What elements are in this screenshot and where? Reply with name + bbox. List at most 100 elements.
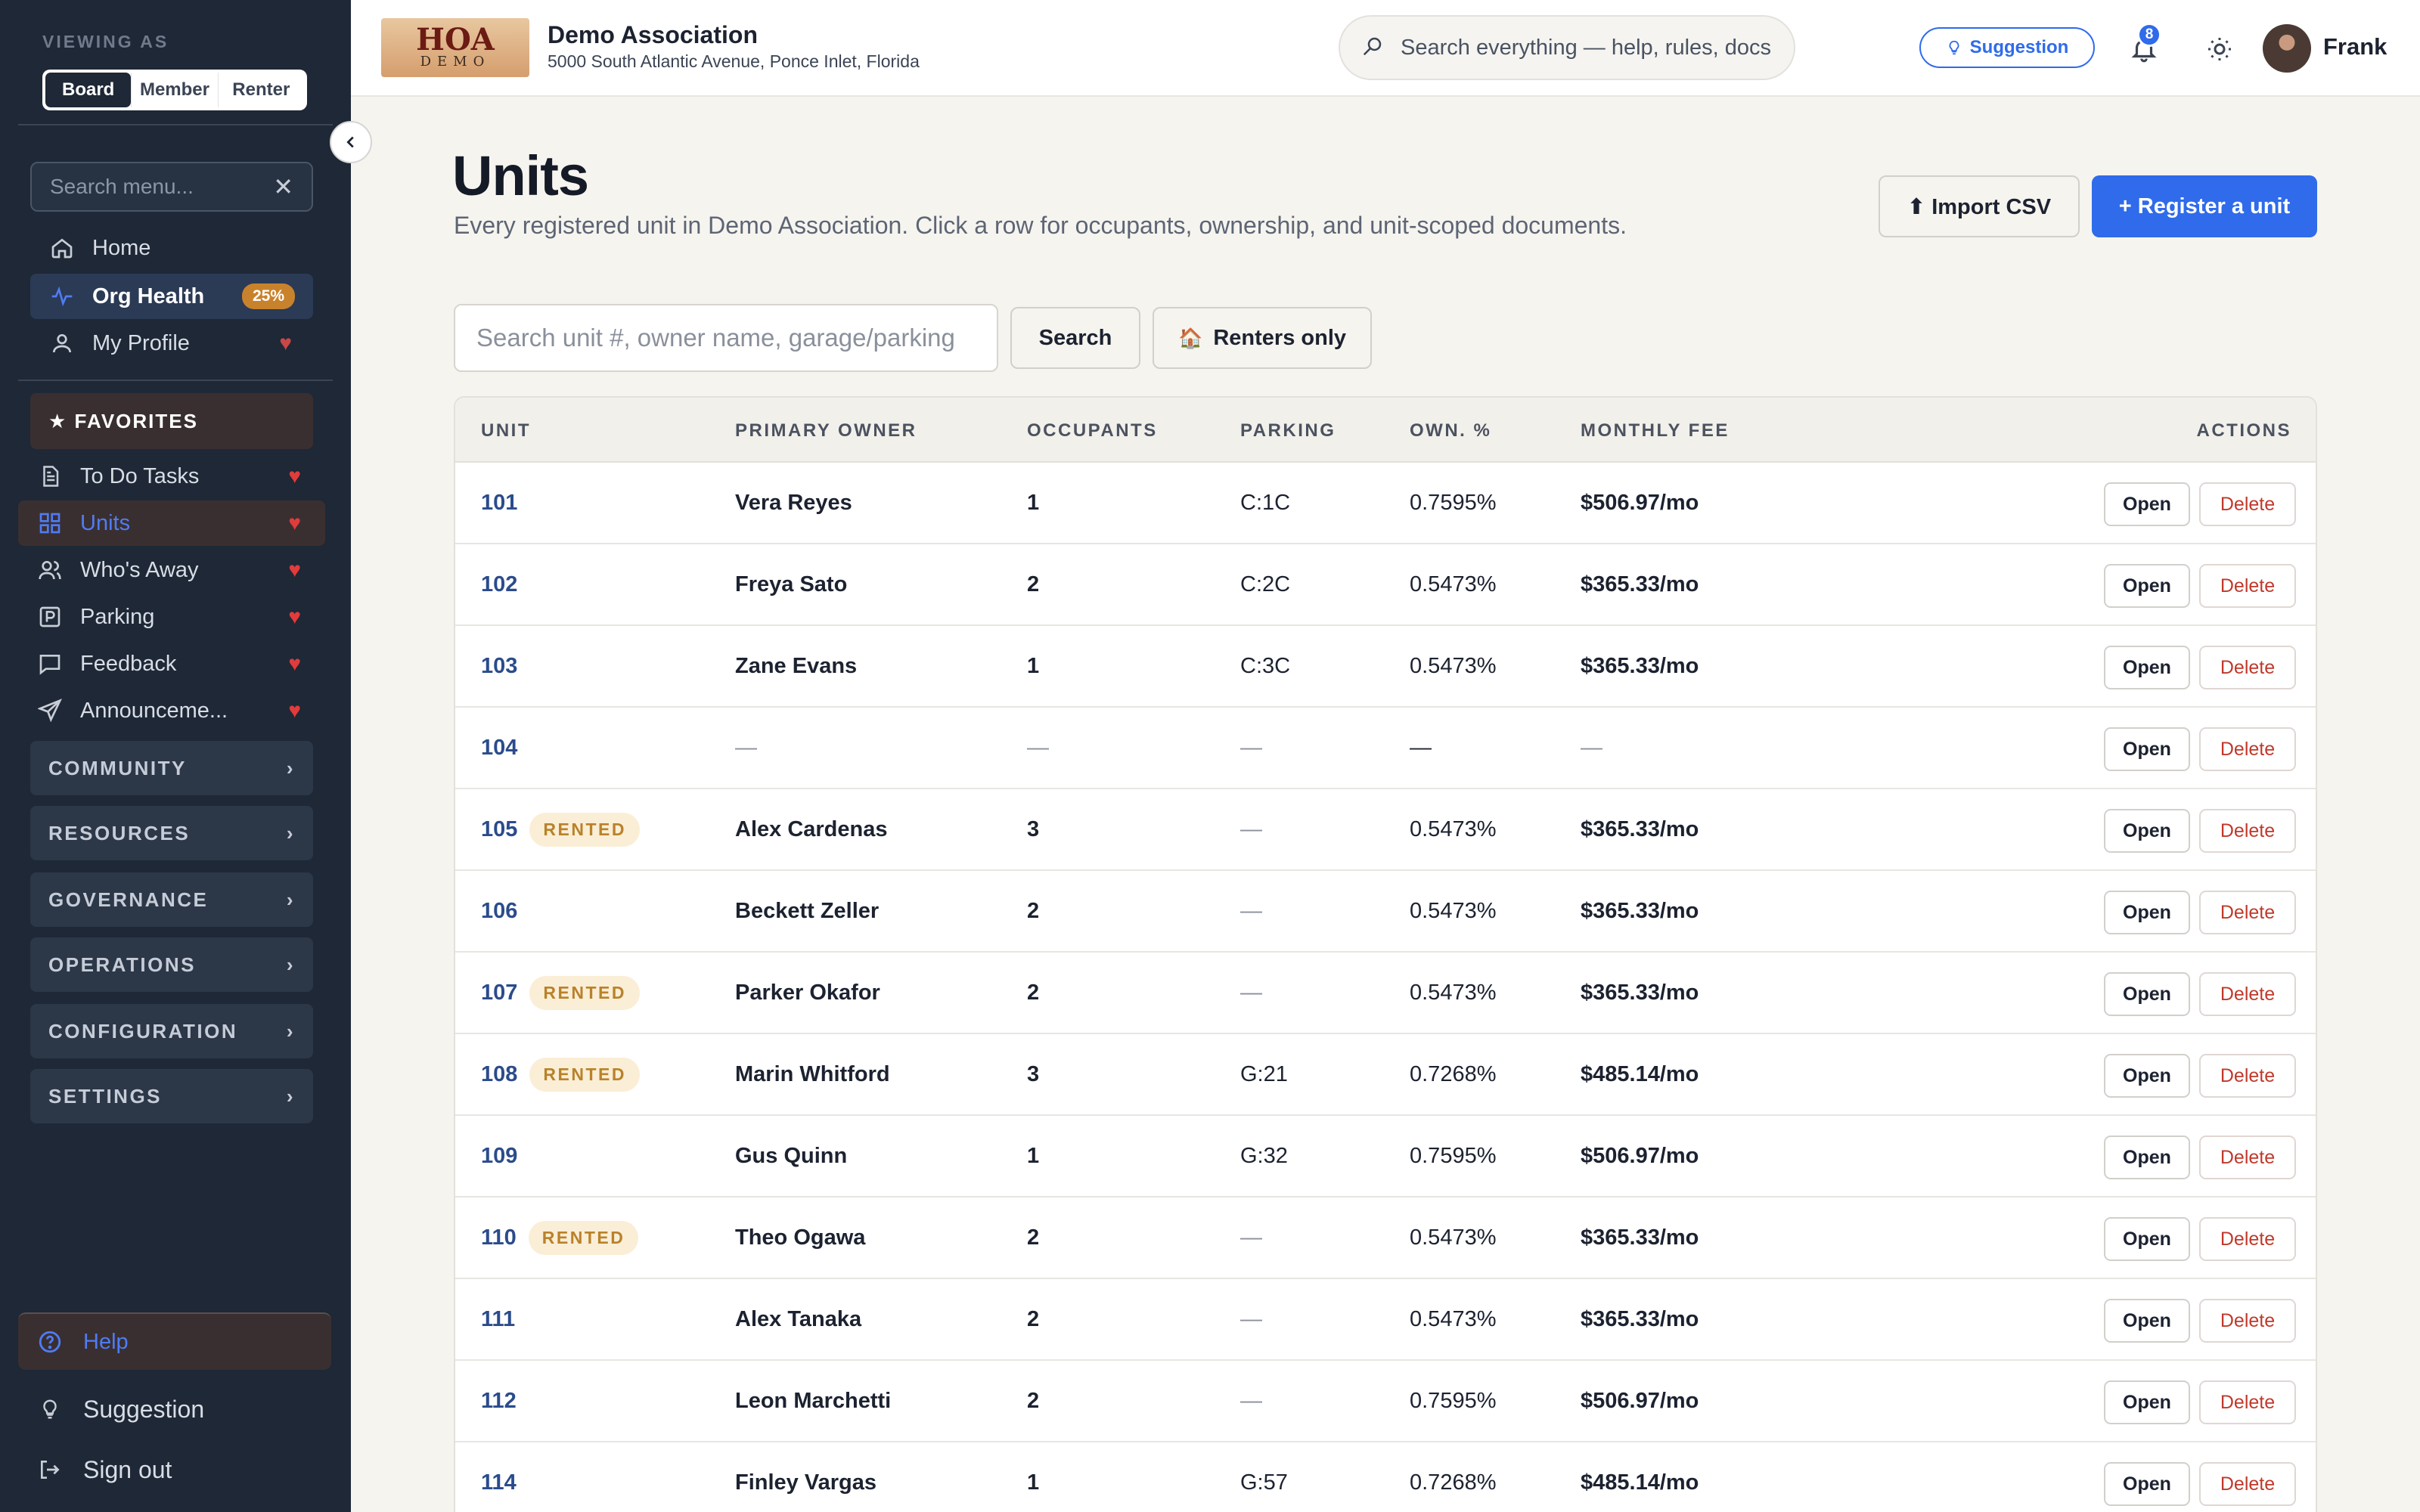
table-row[interactable]: 114 Finley Vargas 1 G:57 0.7268% $485.14/mo Op… <box>455 1442 2316 1512</box>
section-community[interactable]: COMMUNITY › <box>30 741 313 795</box>
delete-button[interactable]: Delete <box>2199 972 2296 1016</box>
column-header-owner[interactable]: PRIMARY OWNER <box>735 420 917 442</box>
unit-number[interactable]: 111 <box>481 1307 515 1332</box>
unit-number[interactable]: 109 <box>481 1144 517 1169</box>
table-row[interactable]: 108 RENTED Marin Whitford 3 G:21 0.7268% $485.… <box>455 1034 2316 1116</box>
open-button[interactable]: Open <box>2104 809 2190 853</box>
open-button[interactable]: Open <box>2104 1380 2190 1424</box>
unit-number[interactable]: 106 <box>481 899 517 924</box>
table-row[interactable]: 109 Gus Quinn 1 G:32 0.7595% $506.97/mo Open De… <box>455 1116 2316 1198</box>
unit-number[interactable]: 102 <box>481 572 517 597</box>
column-header-own-pct[interactable]: OWN. % <box>1410 420 1491 442</box>
global-search[interactable] <box>1339 15 1795 80</box>
open-button[interactable]: Open <box>2104 891 2190 934</box>
section-resources[interactable]: RESOURCES › <box>30 806 313 860</box>
table-row[interactable]: 102 Freya Sato 2 C:2C 0.5473% $365.33/mo Open D… <box>455 544 2316 626</box>
heart-icon[interactable]: ♥ <box>288 558 301 582</box>
global-search-input[interactable] <box>1401 35 1773 60</box>
unit-number[interactable]: 104 <box>481 736 517 761</box>
section-settings[interactable]: SETTINGS › <box>30 1069 313 1123</box>
role-member-button[interactable]: Member <box>131 73 217 107</box>
delete-button[interactable]: Delete <box>2199 1380 2296 1424</box>
heart-icon[interactable]: ♥ <box>288 511 301 535</box>
theme-toggle-button[interactable] <box>2201 30 2238 68</box>
sidebar-item-to-do-tasks[interactable]: To Do Tasks ♥ <box>18 454 325 499</box>
delete-button[interactable]: Delete <box>2199 891 2296 934</box>
suggestion-button[interactable]: Suggestion <box>1919 27 2095 68</box>
open-button[interactable]: Open <box>2104 1054 2190 1098</box>
table-row[interactable]: 112 Leon Marchetti 2 — 0.7595% $506.97/mo Open… <box>455 1361 2316 1442</box>
column-header-monthly-fee[interactable]: MONTHLY FEE <box>1581 420 1730 442</box>
heart-icon[interactable]: ♥ <box>288 605 301 629</box>
unit-cell[interactable]: 112 <box>481 1361 517 1441</box>
unit-cell[interactable]: 108 RENTED <box>481 1034 640 1114</box>
table-row[interactable]: 106 Beckett Zeller 2 — 0.5473% $365.33/mo Open… <box>455 871 2316 953</box>
table-row[interactable]: 103 Zane Evans 1 C:3C 0.5473% $365.33/mo Open D… <box>455 626 2316 708</box>
section-configuration[interactable]: CONFIGURATION › <box>30 1004 313 1058</box>
unit-cell[interactable]: 105 RENTED <box>481 789 640 869</box>
column-header-parking[interactable]: PARKING <box>1240 420 1336 442</box>
sidebar-item-units[interactable]: Units ♥ <box>18 500 325 546</box>
unit-cell[interactable]: 114 <box>481 1442 517 1512</box>
sidebar-item-sign-out[interactable]: Sign out <box>36 1447 324 1492</box>
delete-button[interactable]: Delete <box>2199 646 2296 689</box>
unit-number[interactable]: 103 <box>481 654 517 679</box>
unit-number[interactable]: 110 <box>481 1225 517 1250</box>
renters-only-button[interactable]: 🏠 Renters only <box>1153 307 1372 369</box>
delete-button[interactable]: Delete <box>2199 1462 2296 1506</box>
role-renter-button[interactable]: Renter <box>217 73 304 107</box>
sidebar-item-whos-away[interactable]: Who's Away ♥ <box>18 547 325 593</box>
delete-button[interactable]: Delete <box>2199 564 2296 608</box>
section-governance[interactable]: GOVERNANCE › <box>30 872 313 927</box>
table-row[interactable]: 107 RENTED Parker Okafor 2 — 0.5473% $365.33/m… <box>455 953 2316 1034</box>
open-button[interactable]: Open <box>2104 727 2190 771</box>
delete-button[interactable]: Delete <box>2199 809 2296 853</box>
delete-button[interactable]: Delete <box>2199 1054 2296 1098</box>
menu-search-input[interactable]: Search menu... ✕ <box>30 162 313 212</box>
unit-search-field[interactable] <box>454 304 998 372</box>
unit-cell[interactable]: 107 RENTED <box>481 953 640 1033</box>
user-name[interactable]: Frank <box>2323 33 2387 60</box>
unit-cell[interactable]: 110 RENTED <box>481 1198 639 1278</box>
unit-number[interactable]: 101 <box>481 491 517 516</box>
unit-cell[interactable]: 111 <box>481 1279 515 1359</box>
unit-cell[interactable]: 101 <box>481 463 517 543</box>
column-header-unit[interactable]: UNIT <box>481 420 531 442</box>
hoa-logo[interactable]: HOA DEMO <box>381 18 529 77</box>
sidebar-item-feedback[interactable]: Feedback ♥ <box>18 641 325 686</box>
role-board-button[interactable]: Board <box>45 73 132 107</box>
collapse-sidebar-button[interactable] <box>330 121 372 163</box>
column-header-occupants[interactable]: OCCUPANTS <box>1027 420 1158 442</box>
delete-button[interactable]: Delete <box>2199 482 2296 526</box>
heart-icon[interactable]: ♥ <box>288 652 301 676</box>
open-button[interactable]: Open <box>2104 564 2190 608</box>
unit-cell[interactable]: 102 <box>481 544 517 624</box>
unit-cell[interactable]: 103 <box>481 626 517 706</box>
sidebar-item-home[interactable]: Home <box>30 225 313 271</box>
unit-number[interactable]: 108 <box>481 1062 517 1087</box>
clear-icon[interactable]: ✕ <box>273 172 293 201</box>
unit-cell[interactable]: 109 <box>481 1116 517 1196</box>
table-row[interactable]: 111 Alex Tanaka 2 — 0.5473% $365.33/mo Open Del… <box>455 1279 2316 1361</box>
search-button[interactable]: Search <box>1010 307 1140 369</box>
unit-number[interactable]: 107 <box>481 981 517 1005</box>
import-csv-button[interactable]: ⬆ Import CSV <box>1879 175 2080 237</box>
sidebar-item-my-profile[interactable]: My Profile ♥ <box>30 321 313 366</box>
table-row[interactable]: 110 RENTED Theo Ogawa 2 — 0.5473% $365.33/mo Op… <box>455 1198 2316 1279</box>
delete-button[interactable]: Delete <box>2199 1217 2296 1261</box>
open-button[interactable]: Open <box>2104 1217 2190 1261</box>
unit-search-input[interactable] <box>476 324 976 352</box>
delete-button[interactable]: Delete <box>2199 1299 2296 1343</box>
heart-icon[interactable]: ♥ <box>279 331 292 355</box>
open-button[interactable]: Open <box>2104 972 2190 1016</box>
open-button[interactable]: Open <box>2104 1136 2190 1179</box>
section-operations[interactable]: OPERATIONS › <box>30 937 313 992</box>
unit-number[interactable]: 114 <box>481 1470 517 1495</box>
open-button[interactable]: Open <box>2104 1299 2190 1343</box>
sidebar-item-org-health[interactable]: Org Health 25% <box>30 274 313 319</box>
sidebar-item-parking[interactable]: Parking ♥ <box>18 594 325 640</box>
heart-icon[interactable]: ♥ <box>288 699 301 723</box>
register-unit-button[interactable]: + Register a unit <box>2092 175 2317 237</box>
open-button[interactable]: Open <box>2104 482 2190 526</box>
unit-number[interactable]: 105 <box>481 817 517 842</box>
